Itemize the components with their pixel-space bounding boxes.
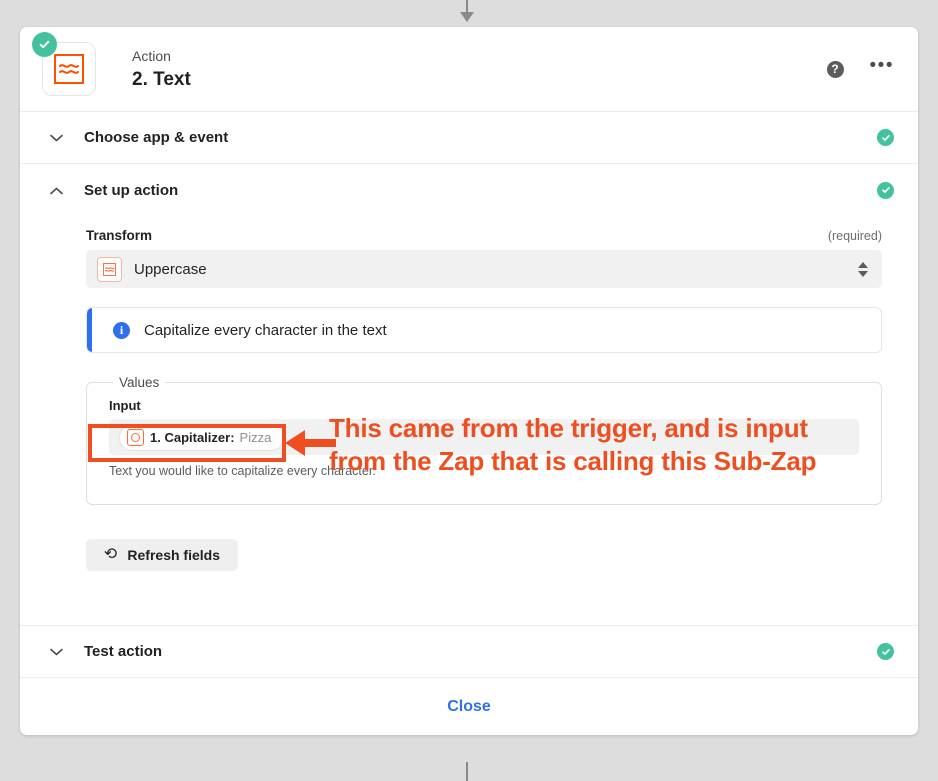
- token-value: Pizza: [239, 429, 272, 445]
- section-test-action[interactable]: Test action: [20, 626, 918, 678]
- transform-info-callout: i Capitalize every character in the text: [86, 307, 882, 353]
- section-status-check-icon: [877, 643, 894, 660]
- transform-select[interactable]: Uppercase: [86, 250, 882, 288]
- token-label: 1. Capitalizer:: [150, 429, 235, 445]
- zap-field-token[interactable]: 1. Capitalizer: Pizza: [119, 423, 285, 451]
- stepper-up-arrow-icon: [858, 261, 868, 268]
- step-status-check-icon: [32, 32, 57, 57]
- section-label: Test action: [84, 643, 163, 660]
- text-app-icon-glyph: [54, 54, 84, 84]
- section-set-up-action[interactable]: Set up action: [20, 164, 918, 216]
- step-kicker: Action: [132, 47, 171, 64]
- header-actions: ? •••: [826, 56, 894, 78]
- uppercase-transform-icon: [97, 256, 122, 282]
- uppercase-transform-icon-glyph: [103, 262, 116, 276]
- input-field[interactable]: 1. Capitalizer: Pizza: [109, 419, 859, 455]
- section-label: Set up action: [84, 181, 179, 199]
- chevron-down-icon: [50, 131, 64, 144]
- page-title: 2. Text: [132, 68, 191, 90]
- refresh-fields-button[interactable]: ⟳ Refresh fields: [86, 539, 238, 571]
- action-step-card: Action 2. Text ? ••• Choose app & event …: [20, 27, 918, 735]
- card-footer: Close: [20, 678, 918, 735]
- help-icon[interactable]: ?: [826, 60, 844, 78]
- refresh-icon: ⟳: [104, 546, 118, 563]
- chevron-down-icon: [50, 645, 64, 658]
- transform-selected-value: Uppercase: [134, 260, 207, 278]
- close-button[interactable]: Close: [447, 698, 491, 716]
- set-up-action-body: Transform (required) Uppercase i Capital…: [20, 216, 918, 626]
- section-choose-app-event[interactable]: Choose app & event: [20, 112, 918, 164]
- values-fieldset: Values Input 1. Capitalizer: Pizza Text …: [86, 375, 882, 505]
- section-label: Choose app & event: [84, 129, 229, 146]
- info-icon: i: [113, 321, 130, 339]
- section-status-check-icon: [877, 129, 894, 146]
- transform-label-row: Transform (required): [86, 228, 882, 243]
- chevron-up-icon: [50, 184, 64, 197]
- zap-field-token-icon: [127, 428, 144, 446]
- refresh-fields-label: Refresh fields: [127, 547, 220, 563]
- arrow-down-icon: [460, 12, 474, 22]
- app-icon-container: [32, 32, 96, 96]
- transform-required-note: (required): [827, 229, 882, 243]
- callout-text: Capitalize every character in the text: [144, 321, 387, 339]
- step-header-text: Action 2. Text: [132, 47, 191, 92]
- step-header: Action 2. Text ? •••: [20, 27, 918, 112]
- stepper-down-arrow-icon: [858, 270, 868, 277]
- transform-label: Transform: [86, 228, 153, 243]
- input-help-text: Text you would like to capitalize every …: [109, 464, 376, 478]
- section-status-check-icon: [877, 181, 894, 199]
- stepper-arrows-icon[interactable]: [858, 261, 868, 277]
- connector-line-bottom: [466, 762, 468, 781]
- more-options-icon[interactable]: •••: [870, 56, 894, 77]
- callout-accent-bar: [87, 308, 92, 352]
- input-field-label: Input: [109, 398, 141, 413]
- values-legend: Values: [119, 375, 160, 390]
